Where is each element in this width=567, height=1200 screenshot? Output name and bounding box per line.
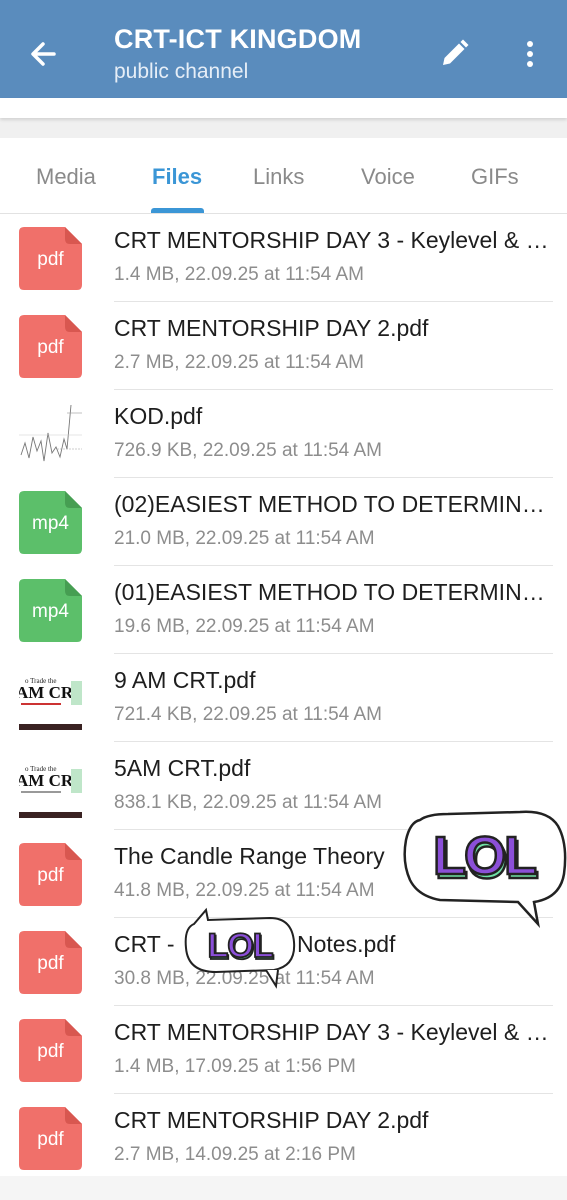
svg-text:LOL: LOL <box>433 826 536 886</box>
pdf-file-icon: pdf <box>19 1019 82 1082</box>
file-row[interactable]: pdf CRT MENTORSHIP DAY 3 - Keylevel & Va… <box>0 214 567 302</box>
active-tab-indicator <box>151 208 204 213</box>
file-row[interactable]: mp4 (01)EASIEST METHOD TO DETERMINE BIAS… <box>0 566 567 654</box>
file-row[interactable]: pdf CRT MENTORSHIP DAY 2.pdf 2.7 MB, 22.… <box>0 302 567 390</box>
pdf-file-icon: pdf <box>19 227 82 290</box>
file-row[interactable]: mp4 (02)EASIEST METHOD TO DETERMINE BIAS… <box>0 478 567 566</box>
lol-sticker-small[interactable]: LOL LOL <box>180 906 298 990</box>
file-name: CRT MENTORSHIP DAY 2.pdf <box>114 315 429 341</box>
chart-thumbnail <box>19 403 82 466</box>
file-meta: 21.0 MB, 22.09.25 at 11:54 AM <box>114 528 375 549</box>
pdf-file-icon: pdf <box>19 1107 82 1170</box>
file-meta: 19.6 MB, 22.09.25 at 11:54 AM <box>114 616 375 637</box>
pdf-file-icon: pdf <box>19 315 82 378</box>
file-meta: 2.7 MB, 22.09.25 at 11:54 AM <box>114 352 364 373</box>
file-name: 5AM CRT.pdf <box>114 755 251 781</box>
file-row[interactable]: KOD.pdf 726.9 KB, 22.09.25 at 11:54 AM <box>0 390 567 478</box>
video-file-icon: mp4 <box>19 491 82 554</box>
file-meta: 1.4 MB, 17.09.25 at 1:56 PM <box>114 1056 356 1077</box>
file-row[interactable]: pdf CRT MENTORSHIP DAY 2.pdf 2.7 MB, 14.… <box>0 1094 567 1182</box>
tab-gifs[interactable]: GIFs <box>471 164 519 190</box>
file-name: (01)EASIEST METHOD TO DETERMINE BIAS.mp4 <box>114 579 554 605</box>
header-shadow-band <box>0 98 567 138</box>
bottom-edge <box>0 1176 567 1200</box>
file-name: CRT MENTORSHIP DAY 2.pdf <box>114 1107 429 1133</box>
tab-files[interactable]: Files <box>152 164 202 190</box>
file-row[interactable]: pdf CRT MENTORSHIP DAY 3 - Keylevel & Va… <box>0 1006 567 1094</box>
tab-links[interactable]: Links <box>253 164 304 190</box>
file-name: CRT MENTORSHIP DAY 3 - Keylevel & Valida… <box>114 1019 554 1045</box>
pdf-file-icon: pdf <box>19 843 82 906</box>
file-row[interactable]: o Trade the AM CRT 9 AM CRT.pdf 721.4 KB… <box>0 654 567 742</box>
tab-voice[interactable]: Voice <box>361 164 415 190</box>
file-meta: 721.4 KB, 22.09.25 at 11:54 AM <box>114 704 382 725</box>
file-meta: 1.4 MB, 22.09.25 at 11:54 AM <box>114 264 364 285</box>
document-cover-thumbnail: o Trade the AM CRT <box>19 667 82 730</box>
file-meta: 41.8 MB, 22.09.25 at 11:54 AM <box>114 880 375 901</box>
document-cover-thumbnail: o Trade the AM CRT <box>19 755 82 818</box>
svg-text:LOL: LOL <box>208 927 273 965</box>
tab-media[interactable]: Media <box>36 164 96 190</box>
file-name: 9 AM CRT.pdf <box>114 667 256 693</box>
file-meta: 2.7 MB, 14.09.25 at 2:16 PM <box>114 1144 356 1165</box>
more-vert-icon[interactable] <box>516 36 544 72</box>
media-tabs: Media Files Links Voice GIFs <box>0 138 567 214</box>
file-name: KOD.pdf <box>114 403 203 429</box>
file-meta: 726.9 KB, 22.09.25 at 11:54 AM <box>114 440 382 461</box>
lol-sticker-large[interactable]: LOL LOL <box>400 800 567 928</box>
video-file-icon: mp4 <box>19 579 82 642</box>
channel-header: CRT-ICT KINGDOM public channel <box>0 0 567 98</box>
channel-subtitle: public channel <box>114 60 249 83</box>
pdf-file-icon: pdf <box>19 931 82 994</box>
file-name: (02)EASIEST METHOD TO DETERMINE BIAS.mp4 <box>114 491 554 517</box>
info-card-edge <box>0 98 567 118</box>
arrow-back-icon[interactable] <box>24 34 64 74</box>
file-meta: 838.1 KB, 22.09.25 at 11:54 AM <box>114 792 382 813</box>
pencil-icon[interactable] <box>436 36 472 72</box>
file-name: CRT MENTORSHIP DAY 3 - Keylevel & Valida… <box>114 227 554 253</box>
channel-title[interactable]: CRT-ICT KINGDOM <box>114 24 361 55</box>
file-name-tail: Notes.pdf <box>297 931 396 957</box>
